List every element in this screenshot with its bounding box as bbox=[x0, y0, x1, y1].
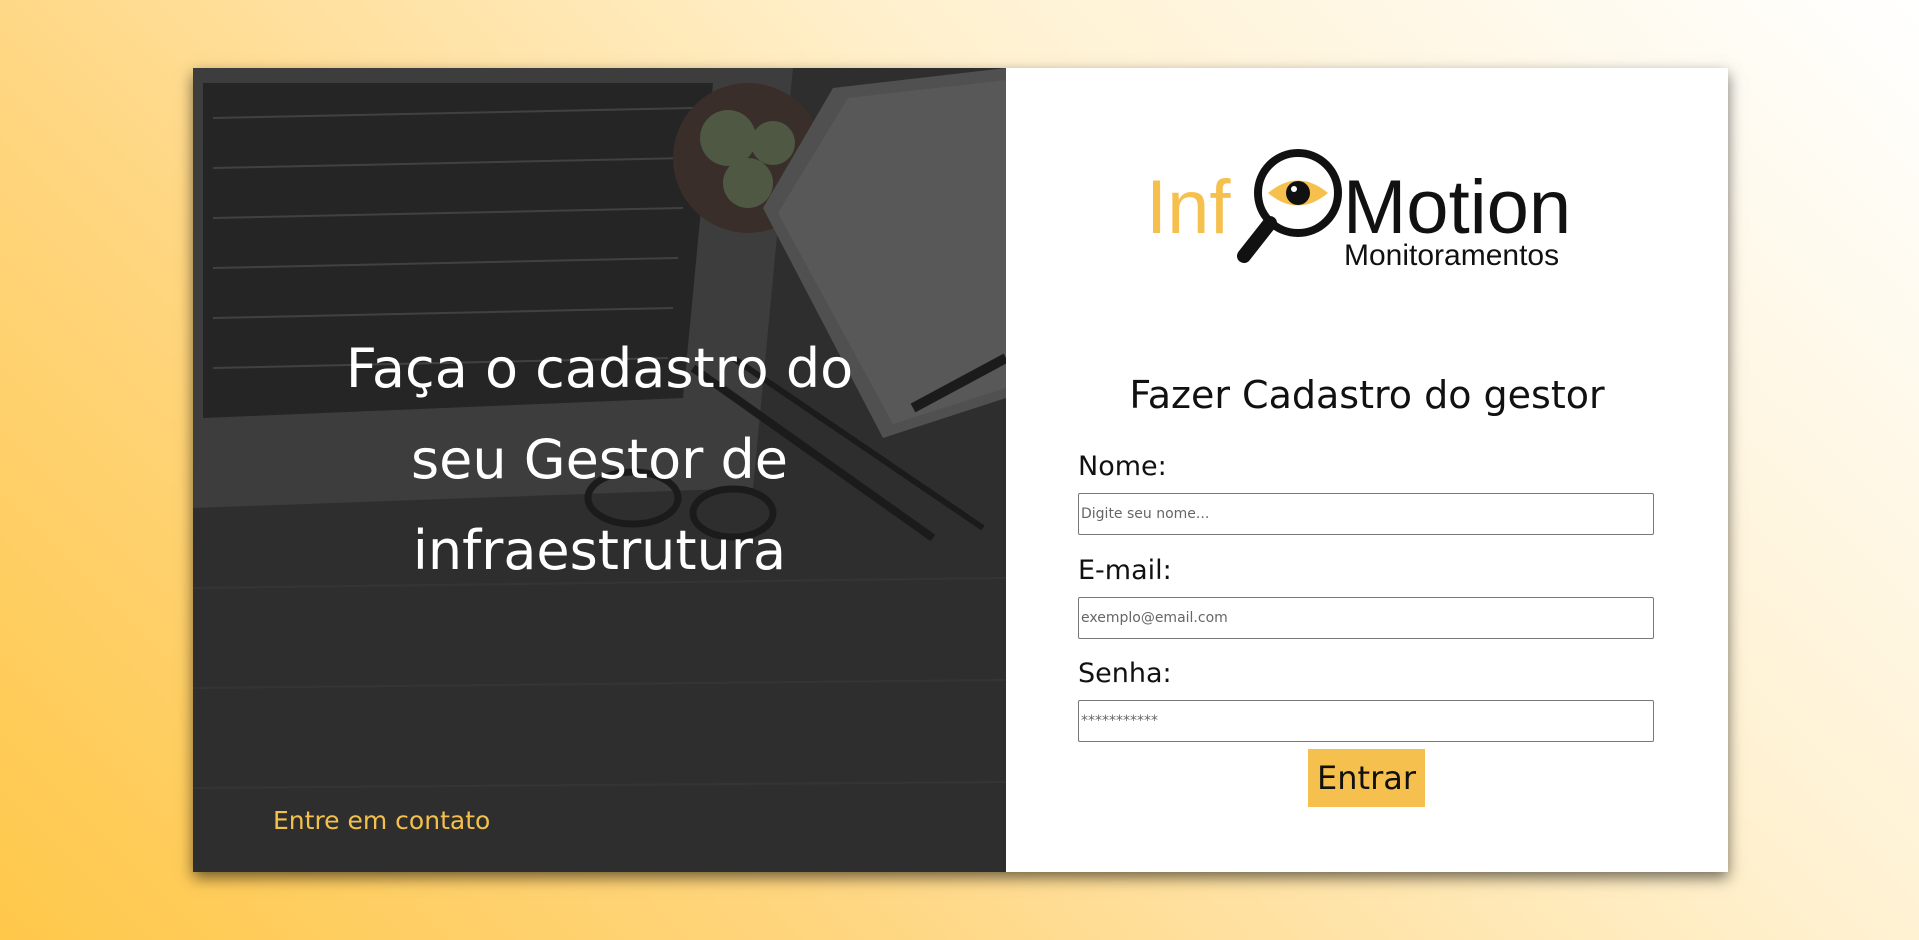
logo-text-part1: Inf bbox=[1146, 165, 1231, 250]
contact-link[interactable]: Entre em contato bbox=[273, 806, 490, 835]
form-title: Fazer Cadastro do gestor bbox=[1129, 373, 1605, 417]
hero-panel: Faça o cadastro do seu Gestor de infraes… bbox=[193, 68, 1006, 872]
logo-subtitle: Monitoramentos bbox=[1344, 239, 1559, 268]
infomotion-logo: Inf Motion Monitoramentos bbox=[1146, 149, 1571, 268]
magnifier-eye-icon bbox=[1237, 149, 1342, 263]
password-label: Senha: bbox=[1078, 658, 1172, 689]
name-label: Nome: bbox=[1078, 451, 1167, 482]
form-panel: Inf Motion Monitoramentos Fazer Cadastro… bbox=[1006, 68, 1728, 872]
email-label: E-mail: bbox=[1078, 555, 1172, 586]
logo-text-part2: Motion bbox=[1343, 165, 1571, 250]
password-input[interactable] bbox=[1078, 700, 1654, 742]
signup-card: Faça o cadastro do seu Gestor de infraes… bbox=[193, 68, 1728, 872]
name-input[interactable] bbox=[1078, 493, 1654, 535]
hero-headline: Faça o cadastro do seu Gestor de infraes… bbox=[253, 323, 946, 596]
email-input[interactable] bbox=[1078, 597, 1654, 639]
hero-line: infraestrutura bbox=[412, 519, 787, 582]
submit-button[interactable]: Entrar bbox=[1308, 749, 1425, 807]
hero-line: Faça o cadastro do bbox=[345, 337, 854, 400]
hero-line: seu Gestor de bbox=[410, 428, 789, 491]
